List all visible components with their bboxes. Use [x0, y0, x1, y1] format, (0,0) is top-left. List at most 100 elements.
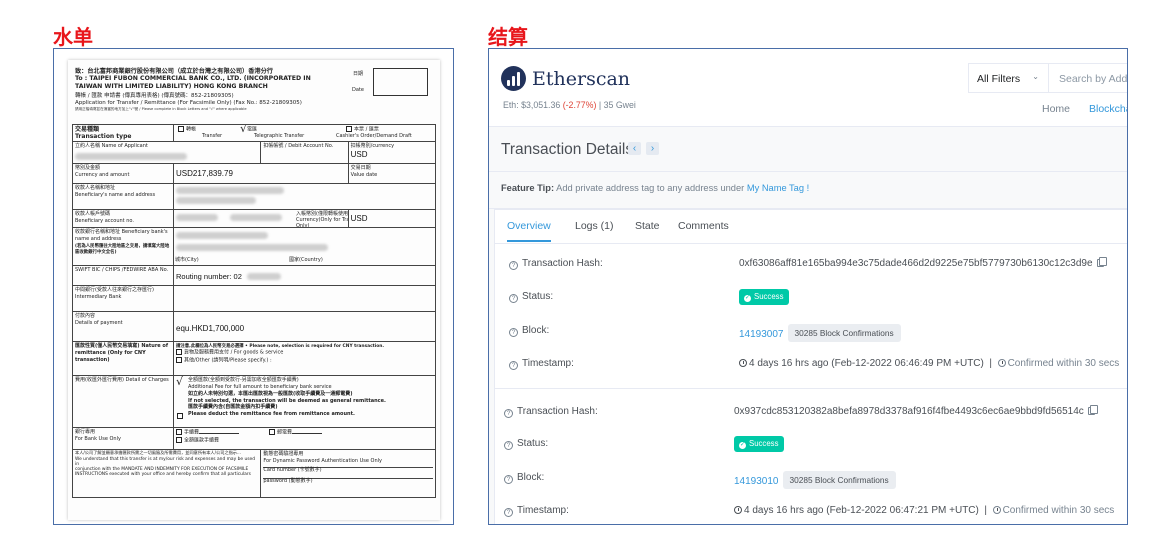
fee-checkbox [176, 429, 182, 436]
swift-label: SWIFT BIC / CHIPS /FEDWIRE ABA No. [75, 267, 169, 274]
settlement-heading: 结算 [488, 25, 528, 49]
tt-label-cn: 電匯 [247, 126, 258, 133]
tx2-status-badge: ✓ Success [734, 436, 785, 452]
city-label: 城市(City) [175, 256, 199, 263]
bank-use-label-cn: 銀行專用 [75, 429, 96, 436]
tt-tick-mark: √ [240, 124, 248, 135]
tx2-block-row: ? Block: 14193010 30285 Block Confirmation… [490, 469, 1125, 489]
debit-currency-value: USD [350, 150, 368, 160]
applicant-redacted [75, 153, 187, 161]
tab-state[interactable]: State [635, 220, 660, 232]
full-fee-checkbox [176, 436, 182, 443]
tx-type-label-en: Transaction type [75, 133, 132, 141]
help-icon: ? [509, 328, 518, 337]
feature-tip-text: Add private address tag to any address u… [556, 183, 745, 193]
account-redacted-1 [176, 214, 218, 222]
bank-redacted-1 [176, 232, 268, 240]
tx-type-label-cn: 交易種類 [75, 126, 100, 133]
tx1-block-link[interactable]: 14193007 [739, 329, 784, 340]
goods-service-checkbox [176, 349, 182, 356]
intermediary-bank-label: 中間銀行(受款人往來銀行之存匯行) Intermediary Bank [75, 287, 154, 301]
tx1-confirmations-badge: 30285 Block Confirmations [787, 324, 901, 342]
other-checkbox [176, 356, 182, 363]
date-box [373, 68, 428, 96]
tx1-hash-row: ? Transaction Hash: 0xf63086aff81e165ba99… [495, 255, 1127, 275]
timer-icon [997, 359, 1006, 367]
amount-value: USD217,839.79 [176, 169, 233, 179]
telex-label: 郵電費 [277, 429, 293, 436]
full-amount-option-en: Additional Fee for full amount to benefi… [188, 384, 332, 391]
transfer-label-cn: 轉帳 [186, 126, 197, 133]
next-tx-button[interactable]: › [646, 142, 659, 155]
nature-of-remittance-label: 匯款性質(僅人民幣交易填寫) Nature of remittance (Onl… [75, 343, 169, 363]
form-note: 請用正楷填寫並在適當的地方加上"√"號 / Please complete in… [75, 106, 247, 111]
clock-icon [739, 359, 747, 367]
tab-comments[interactable]: Comments [678, 220, 729, 232]
my-name-tag-link[interactable]: My Name Tag ! [747, 183, 809, 193]
currency-amount-label-cn: 幣別及金額 [75, 165, 101, 172]
beneficiary-label-en: Beneficiary's name and address [75, 192, 156, 199]
full-amount-option: 全額匯款(全額到受款行-另需加收全額匯款手續費) [188, 377, 299, 384]
chevron-down-icon: ⌄ [1032, 72, 1039, 81]
transfer-label-en: Transfer [202, 133, 223, 139]
nav-home[interactable]: Home [1042, 103, 1070, 115]
routing-redacted [247, 273, 281, 281]
etherscan-body: Transaction Details ‹ › Feature Tip: Add… [489, 127, 1127, 524]
tx2-hash-label: Transaction Hash: [517, 406, 598, 417]
other-label: 其他/Other (請列明/Please specify.) : [184, 357, 272, 364]
search-input[interactable]: Search by Address [1048, 63, 1127, 93]
tx2-status-row: ? Status: ✓ Success [490, 435, 1125, 455]
beneficiary-account-label-en: Beneficiary account no. [75, 218, 134, 225]
help-icon: ? [509, 294, 518, 303]
nav-blockchain[interactable]: Blockchain [1089, 103, 1127, 115]
tx1-block-row: ? Block: 14193007 30285 Block Confirmation… [495, 322, 1127, 342]
tx2-block-link[interactable]: 14193010 [734, 476, 779, 487]
page-title: Transaction Details [501, 141, 634, 158]
etherscan-panel: Etherscan Eth: $3,051.36 (-2.77%) | 35 G… [488, 48, 1128, 525]
tx2-status-label: Status: [517, 438, 549, 449]
date-label-cn: 日期 [353, 71, 364, 77]
country-label: 國家(Country) [289, 256, 323, 263]
tab-overview[interactable]: Overview [507, 220, 551, 242]
copy-icon[interactable] [1096, 257, 1107, 267]
filter-label: All Filters [977, 73, 1021, 85]
tx1-hash-value: 0xf63086aff81e165ba994e3c75dade466d2d922… [739, 258, 1093, 269]
bank-label-cny: (若為人民幣匯往大陸地區之交易，請填寫大陸地區收款銀行中文全名) [75, 243, 170, 255]
eth-price: Eth: $3,051.36 (-2.77%) | 35 Gwei [503, 100, 636, 110]
beneficiary-currency-label: 入帳幣別(僅限轉帳使用) Currency(Only for Transfer … [296, 211, 349, 228]
charges-label: 費用(收匯外匯行費用) Detail of Charges [75, 377, 169, 384]
search-filter-dropdown[interactable]: All Filters ⌄ [968, 63, 1048, 93]
prev-tx-button[interactable]: ‹ [628, 142, 641, 155]
telex-checkbox [269, 429, 276, 436]
full-amount-tick-mark: √ [176, 375, 184, 389]
deduct-fee-option: 匯款手續費內含(自匯款金額內扣手續費) [188, 404, 278, 411]
value-date-label-en: Value date [350, 172, 378, 179]
value-date-label-cn: 交易日期 [350, 165, 371, 172]
to-line-en: To : TAIPEI FUBON COMMERCIAL BANK CO., L… [75, 75, 311, 83]
tx1-status-badge: ✓ Success [739, 289, 790, 305]
date-label-en: Date [352, 87, 364, 93]
fee-label: 手續費 [184, 429, 200, 436]
tx2-timestamp-value: 4 days 16 hrs ago (Feb-12-2022 06:47:21 … [744, 505, 979, 516]
etherscan-logo[interactable]: Etherscan [501, 66, 630, 91]
nature-note: 請注意,此欄位為人民幣交易必選擇 • Please note, selectio… [176, 344, 385, 350]
copy-icon[interactable] [1087, 405, 1098, 415]
help-icon: ? [509, 361, 518, 370]
form-table: 交易種類 Transaction type 轉帳 Transfer √電匯 Tel… [71, 123, 437, 499]
feature-tip-label: Feature Tip: [501, 183, 555, 193]
form-header: 致：台北富邦商業銀行股份有限公司（成立於台灣之有限公司）香港分行 To : TA… [75, 68, 333, 111]
account-redacted-2 [230, 214, 282, 222]
beneficiary-redacted-2 [176, 197, 256, 205]
tx1-timestamp-label: Timestamp: [522, 358, 574, 369]
tab-logs[interactable]: Logs (1) [575, 220, 614, 232]
help-icon: ? [504, 409, 513, 418]
tx1-block-label: Block: [522, 325, 550, 336]
feature-tip: Feature Tip: Add private address tag to … [489, 171, 1127, 209]
beneficiary-account-label-cn: 收款人帳戶號碼 [75, 211, 111, 218]
tx2-confirmed-within: Confirmed within 30 secs [1002, 505, 1115, 516]
payment-details-label-cn: 付款內容 [75, 313, 96, 320]
tx-details-card: Overview Logs (1) State Comments ? Transa… [494, 209, 1127, 524]
card-number-label: Card number (卡號數字) [263, 466, 433, 474]
footer-text-en1: We understand that this transfer is at m… [75, 456, 256, 467]
auth-title: 動態密碼驗證專用 [263, 451, 304, 458]
